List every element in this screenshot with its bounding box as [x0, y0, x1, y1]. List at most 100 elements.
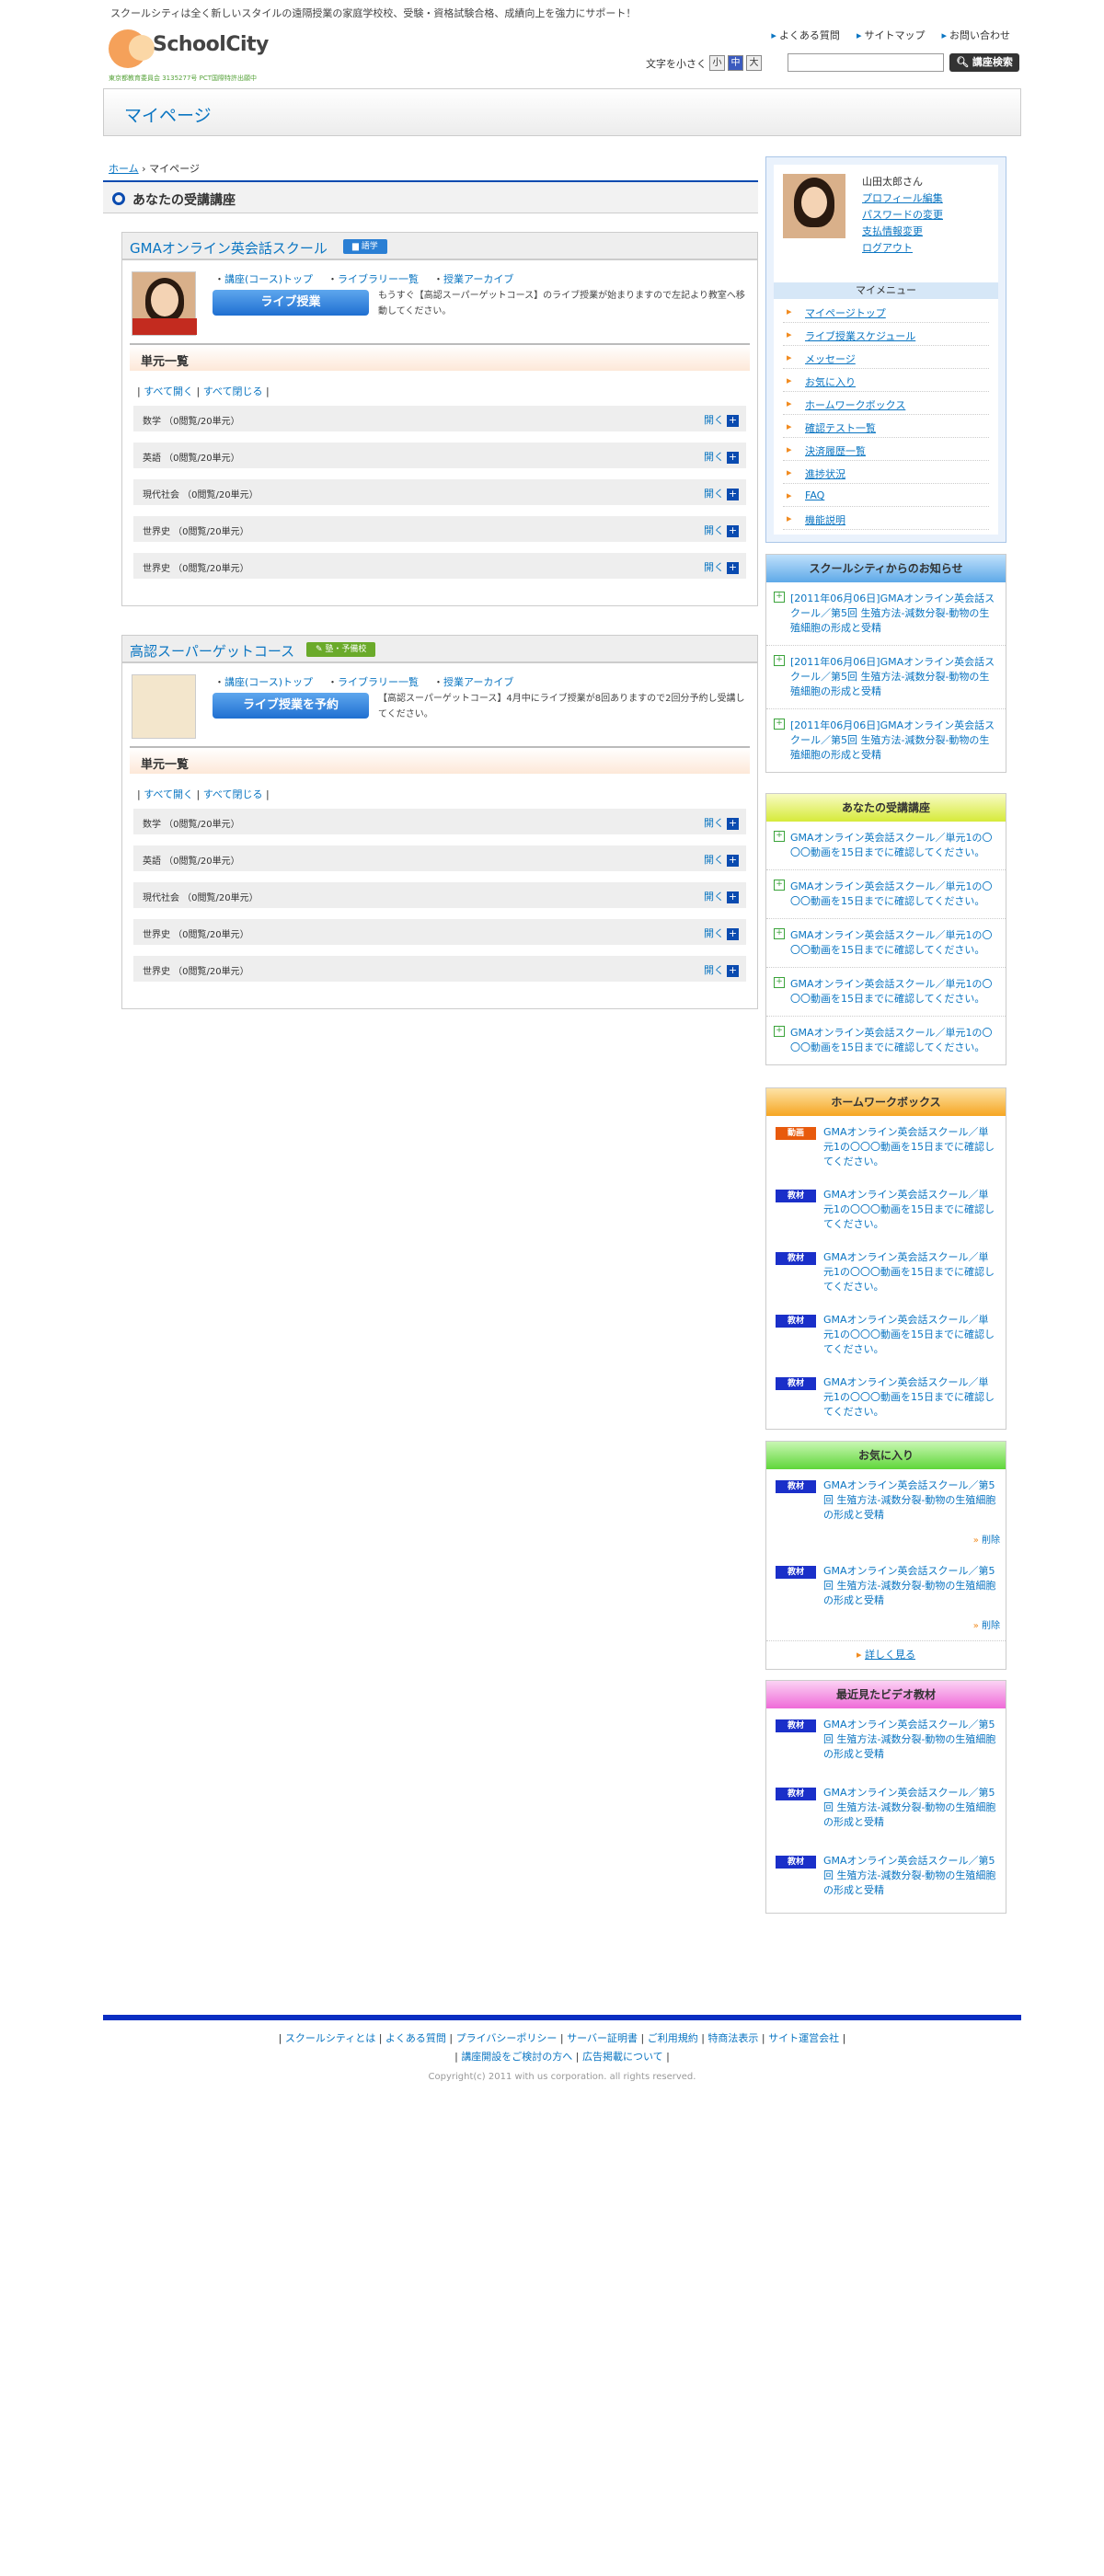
news-item[interactable]: [2011年06月06日]GMAオンライン英会話スクール／第5回 生殖方法-減数… — [766, 582, 1006, 646]
library-link[interactable]: ライブラリー一覧 — [328, 271, 419, 286]
course-notice-item[interactable]: GMAオンライン英会話スクール／単元1の〇〇〇動画を15日までに確認してください… — [766, 870, 1006, 919]
homework-item[interactable]: 教材 GMAオンライン英会話スクール／単元1の〇〇〇動画を15日までに確認してくだ… — [766, 1179, 1006, 1241]
open-button[interactable]: 開く + — [704, 412, 739, 427]
favorite-item[interactable]: 教材 GMAオンライン英会話スクール／第5回 生殖方法-減数分裂-動物の生殖細胞の… — [766, 1555, 1006, 1617]
payment-info-link[interactable]: 支払情報変更 — [862, 224, 923, 238]
homework-item[interactable]: 教材 GMAオンライン英会話スクール／単元1の〇〇〇動画を15日までに確認してくだ… — [766, 1366, 1006, 1429]
footer-link[interactable]: ご利用規約 — [648, 2032, 698, 2044]
font-size-medium-button[interactable]: 中 — [728, 55, 743, 71]
unit-name: 英語 （0閲覧/20単元） — [143, 857, 240, 867]
open-button[interactable]: 開く + — [704, 889, 739, 903]
footer-link[interactable]: 特商法表示 — [707, 2032, 758, 2044]
faq-link[interactable]: よくある質問 — [771, 28, 840, 42]
breadcrumb-home[interactable]: ホーム — [109, 163, 139, 175]
site-logo[interactable]: SchoolCity 東京都教育委員会 3135277号 PCT国際特許出願中 — [109, 28, 293, 85]
menu-item[interactable]: お気に入り — [783, 370, 989, 392]
menu-item[interactable]: 確認テスト一覧 — [783, 416, 989, 438]
menu-item[interactable]: ホームワークボックス — [783, 393, 989, 415]
recent-item[interactable]: 教材 GMAオンライン英会話スクール／第5回 生殖方法-減数分裂-動物の生殖細胞の… — [766, 1777, 1006, 1845]
course-notice-item[interactable]: GMAオンライン英会話スクール／単元1の〇〇〇動画を15日までに確認してください… — [766, 1017, 1006, 1064]
footer-link[interactable]: サイト運営会社 — [768, 2032, 839, 2044]
open-button[interactable]: 開く + — [704, 926, 739, 940]
open-button[interactable]: 開く + — [704, 815, 739, 830]
course-top-link[interactable]: 講座(コース)トップ — [214, 271, 313, 286]
footer-link[interactable]: よくある質問 — [385, 2032, 446, 2044]
course-body: 講座(コース)トップ ライブラリー一覧 授業アーカイブ ライブ授業 もうすぐ【高… — [122, 260, 757, 343]
delete-link[interactable]: » 削除 — [766, 1532, 1006, 1555]
collapse-all-link[interactable]: すべて閉じる — [203, 385, 263, 397]
footer-link[interactable]: 講座開設をご検討の方へ — [461, 2051, 572, 2063]
menu-item[interactable]: メッセージ — [783, 347, 989, 369]
homework-item[interactable]: 教材 GMAオンライン英会話スクール／単元1の〇〇〇動画を15日までに確認してくだ… — [766, 1304, 1006, 1366]
recent-item[interactable]: 教材 GMAオンライン英会話スクール／第5回 生殖方法-減数分裂-動物の生殖細胞の… — [766, 1708, 1006, 1777]
reserve-live-button[interactable]: ライブ授業を予約 — [213, 693, 369, 719]
favorite-item[interactable]: 教材 GMAオンライン英会話スクール／第5回 生殖方法-減数分裂-動物の生殖細胞の… — [766, 1469, 1006, 1532]
logout-link[interactable]: ログアウト — [862, 240, 913, 255]
menu-item[interactable]: 進捗状況 — [783, 462, 989, 484]
change-password-link[interactable]: パスワードの変更 — [862, 207, 943, 222]
search-input[interactable] — [788, 53, 944, 72]
news-item[interactable]: [2011年06月06日]GMAオンライン英会話スクール／第5回 生殖方法-減数… — [766, 646, 1006, 709]
library-link[interactable]: ライブラリー一覧 — [328, 674, 419, 689]
news-item[interactable]: [2011年06月06日]GMAオンライン英会話スクール／第5回 生殖方法-減数… — [766, 709, 1006, 772]
open-button[interactable]: 開く + — [704, 523, 739, 537]
course-notice-item[interactable]: GMAオンライン英会話スクール／単元1の〇〇〇動画を15日までに確認してください… — [766, 822, 1006, 870]
recent-item[interactable]: 教材 GMAオンライン英会話スクール／第5回 生殖方法-減数分裂-動物の生殖細胞の… — [766, 1845, 1006, 1913]
homework-text: GMAオンライン英会話スクール／単元1の〇〇〇動画を15日までに確認してください… — [823, 1189, 995, 1230]
menu-item[interactable]: 機能説明 — [783, 508, 989, 530]
menu-item-label: 確認テスト一覧 — [805, 422, 876, 434]
search-button[interactable]: 🔍︎ 講座検索 — [949, 53, 1019, 72]
live-class-button[interactable]: ライブ授業 — [213, 290, 369, 316]
plus-icon: + — [727, 413, 739, 427]
course-title[interactable]: GMAオンライン英会話スクール — [130, 238, 328, 258]
footer-link[interactable]: スクールシティとは — [285, 2032, 375, 2044]
open-button[interactable]: 開く + — [704, 559, 739, 574]
unit-row[interactable]: 現代社会 （0閲覧/20単元） 開く + — [133, 882, 746, 908]
favorite-text: GMAオンライン英会話スクール／第5回 生殖方法-減数分裂-動物の生殖細胞の形成… — [823, 1479, 996, 1521]
material-tag: 教材 — [776, 1788, 816, 1800]
expand-all-link[interactable]: すべて開く — [144, 385, 193, 397]
open-button[interactable]: 開く + — [704, 449, 739, 464]
course-top-link[interactable]: 講座(コース)トップ — [214, 674, 313, 689]
archive-link[interactable]: 授業アーカイブ — [433, 271, 513, 286]
open-button[interactable]: 開く + — [704, 962, 739, 977]
course-header: GMAオンライン英会話スクール ▆ 語学 — [122, 233, 757, 260]
menu-item[interactable]: FAQ — [783, 485, 989, 507]
unit-row[interactable]: 英語 （0閲覧/20単元） 開く + — [133, 845, 746, 871]
unit-row[interactable]: 世界史 （0閲覧/20単元） 開く + — [133, 516, 746, 542]
footer-link[interactable]: プライバシーポリシー — [456, 2032, 558, 2044]
unit-row[interactable]: 英語 （0閲覧/20単元） 開く + — [133, 443, 746, 468]
plus-icon: + — [727, 523, 739, 537]
course-title[interactable]: 高認スーパーゲットコース — [130, 641, 294, 661]
homework-item[interactable]: 動画 GMAオンライン英会話スクール／単元1の〇〇〇動画を15日までに確認してくだ… — [766, 1116, 1006, 1179]
course-notice-item[interactable]: GMAオンライン英会話スクール／単元1の〇〇〇動画を15日までに確認してください… — [766, 968, 1006, 1017]
course-notice-item[interactable]: GMAオンライン英会話スクール／単元1の〇〇〇動画を15日までに確認してください… — [766, 919, 1006, 968]
more-link[interactable]: 詳しく見る — [865, 1649, 915, 1661]
homework-title: ホームワークボックス — [766, 1088, 1006, 1116]
open-button[interactable]: 開く + — [704, 852, 739, 867]
collapse-all-link[interactable]: すべて閉じる — [203, 788, 263, 800]
unit-row[interactable]: 数学 （0閲覧/20単元） 開く + — [133, 406, 746, 431]
menu-item[interactable]: マイページトップ — [783, 301, 989, 323]
menu-item[interactable]: 決済履歴一覧 — [783, 439, 989, 461]
unit-row[interactable]: 世界史 （0閲覧/20単元） 開く + — [133, 919, 746, 945]
homework-item[interactable]: 教材 GMAオンライン英会話スクール／単元1の〇〇〇動画を15日までに確認してくだ… — [766, 1241, 1006, 1304]
unit-row[interactable]: 現代社会 （0閲覧/20単元） 開く + — [133, 479, 746, 505]
edit-profile-link[interactable]: プロフィール編集 — [862, 190, 943, 205]
font-size-large-button[interactable]: 大 — [746, 55, 762, 71]
unit-row[interactable]: 数学 （0閲覧/20単元） 開く + — [133, 809, 746, 834]
plus-icon: + — [727, 963, 739, 977]
archive-link[interactable]: 授業アーカイブ — [433, 674, 513, 689]
open-button[interactable]: 開く + — [704, 486, 739, 500]
open-label: 開く — [704, 524, 724, 536]
contact-link[interactable]: お問い合わせ — [941, 28, 1010, 42]
sitemap-link[interactable]: サイトマップ — [857, 28, 925, 42]
font-size-small-button[interactable]: 小 — [709, 55, 725, 71]
menu-item[interactable]: ライブ授業スケジュール — [783, 324, 989, 346]
unit-row[interactable]: 世界史 （0閲覧/20単元） 開く + — [133, 956, 746, 982]
delete-link[interactable]: » 削除 — [766, 1617, 1006, 1640]
expand-all-link[interactable]: すべて開く — [144, 788, 193, 800]
unit-row[interactable]: 世界史 （0閲覧/20単元） 開く + — [133, 553, 746, 579]
footer-link[interactable]: サーバー証明書 — [567, 2032, 638, 2044]
footer-link[interactable]: 広告掲載について — [582, 2051, 663, 2063]
